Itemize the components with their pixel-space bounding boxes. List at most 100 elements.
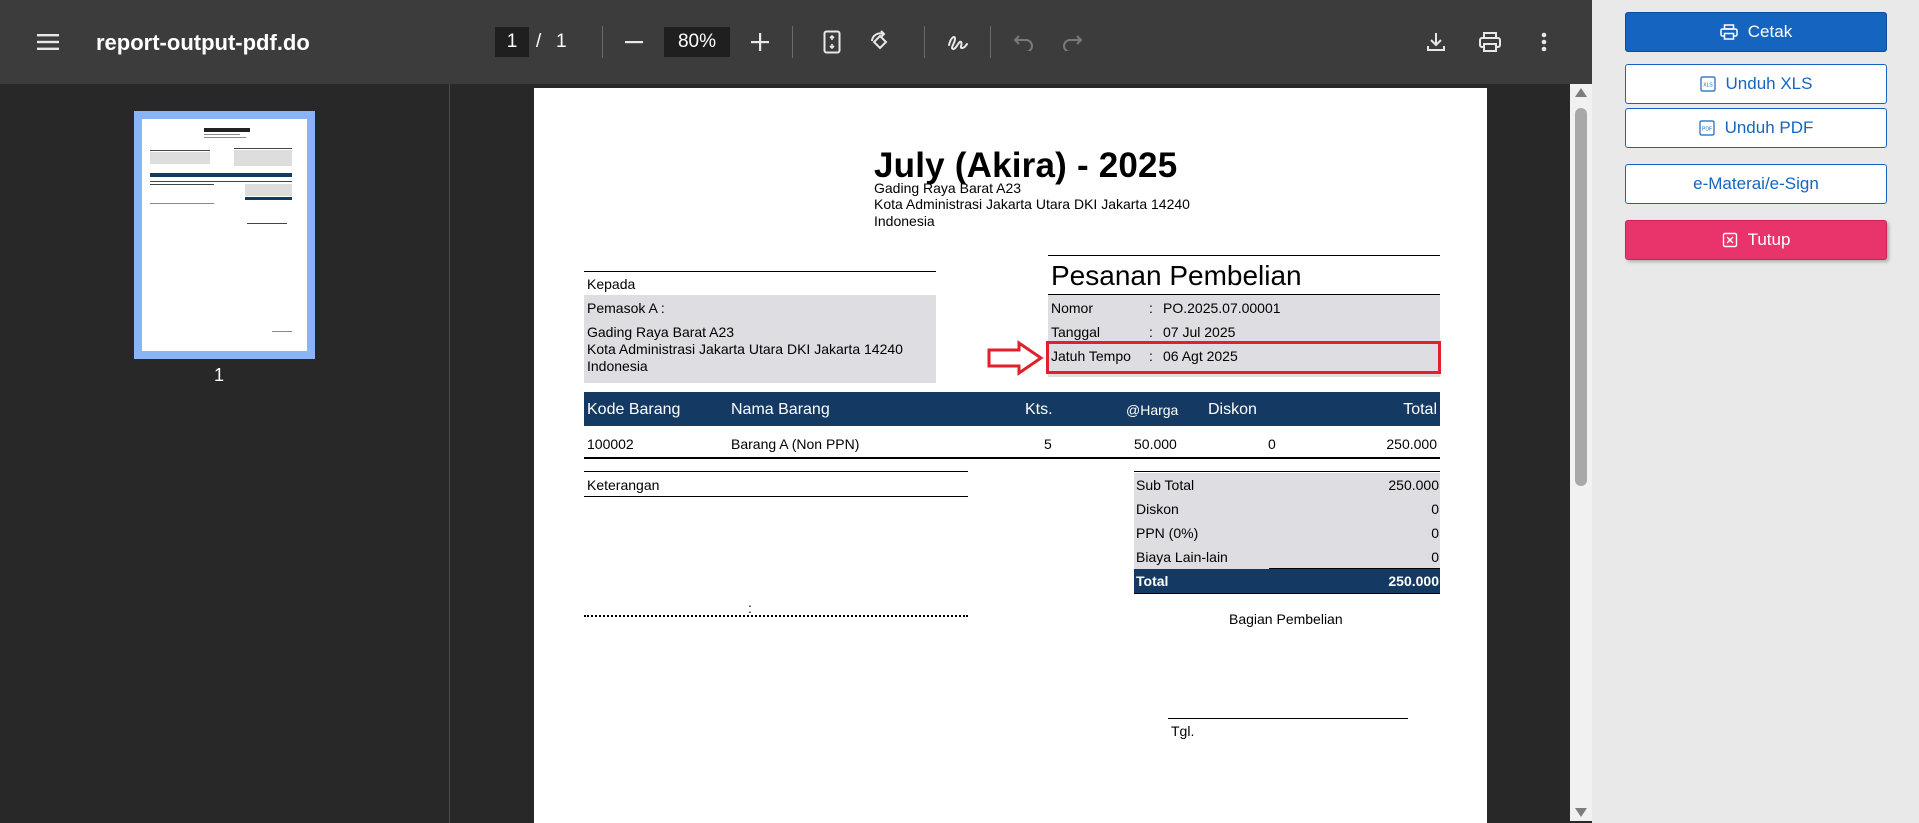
highlight-box [1046, 341, 1441, 374]
zoom-level-input[interactable]: 80% [664, 27, 730, 57]
tutup-label: Tutup [1747, 230, 1791, 249]
divider [584, 457, 1440, 459]
pdf-viewer: report-output-pdf.do 1 / 1 80% 1 July (A… [0, 0, 1592, 823]
print-icon [1720, 24, 1738, 40]
col-harga: @Harga [1126, 402, 1179, 418]
meta-label-tanggal: Tanggal [1051, 324, 1101, 340]
thumbnail-page-number: 1 [214, 365, 225, 385]
totals-value: 0 [1431, 549, 1439, 565]
notes-colon: : [748, 600, 752, 616]
totals-value: 250.000 [1388, 477, 1439, 493]
divider [584, 496, 968, 497]
meta-label-nomor: Nomor [1051, 300, 1094, 316]
document-title: report-output-pdf.do [96, 30, 310, 55]
meta-colon: : [1149, 300, 1153, 316]
undo-icon[interactable] [1004, 22, 1044, 62]
totals-value: 0 [1431, 525, 1439, 541]
cell-diskon: 0 [1268, 436, 1276, 452]
unduh-pdf-button[interactable]: PDF Unduh PDF [1625, 108, 1887, 148]
redo-icon[interactable] [1052, 22, 1092, 62]
toolbar-divider [924, 26, 925, 58]
divider [1134, 471, 1440, 472]
company-address-line: Gading Raya Barat A23 [874, 180, 1022, 196]
divider [584, 271, 936, 272]
action-panel: Cetak XLS Unduh XLS PDF Unduh PDF e-Mate… [1593, 0, 1919, 823]
close-icon [1722, 232, 1737, 248]
items-table-header: Kode Barang Nama Barang Kts. @Harga Disk… [584, 392, 1440, 426]
arrow-right-icon [987, 340, 1044, 376]
document-area: July (Akira) - 2025 Gading Raya Barat A2… [451, 84, 1592, 823]
meta-value-tanggal: 07 Jul 2025 [1163, 324, 1236, 340]
grand-total-label: Total [1136, 573, 1169, 589]
tutup-button[interactable]: Tutup [1625, 220, 1887, 260]
signature-date-label: Tgl. [1171, 723, 1195, 739]
pdf-file-icon: PDF [1698, 120, 1715, 136]
col-diskon: Diskon [1208, 401, 1257, 418]
col-nama-barang: Nama Barang [731, 401, 830, 418]
document-scrollbar[interactable] [1570, 84, 1592, 821]
kepada-label: Kepada [587, 276, 636, 292]
scroll-up-icon[interactable] [1575, 88, 1587, 97]
page-total: 1 [556, 31, 567, 52]
supplier-address-line: Gading Raya Barat A23 [587, 324, 735, 340]
more-options-icon[interactable] [1524, 22, 1564, 62]
svg-text:PDF: PDF [1702, 127, 1712, 133]
cell-kode: 100002 [587, 436, 634, 452]
fit-page-icon[interactable] [812, 22, 852, 62]
meta-value-nomor: PO.2025.07.00001 [1163, 300, 1281, 316]
divider [1134, 593, 1440, 594]
supplier-address-line: Kota Administrasi Jakarta Utara DKI Jaka… [587, 341, 903, 357]
cell-harga: 50.000 [1134, 436, 1177, 452]
unduh-xls-button[interactable]: XLS Unduh XLS [1625, 64, 1887, 104]
cell-kts: 5 [1044, 436, 1052, 452]
svg-text:XLS: XLS [1703, 83, 1713, 89]
draw-icon[interactable] [938, 22, 978, 62]
thumbnail-sidebar: 1 [0, 84, 450, 823]
page-thumbnail[interactable] [134, 111, 315, 359]
cell-nama: Barang A (Non PPN) [731, 436, 860, 452]
emeterai-esign-button[interactable]: e-Materai/e-Sign [1625, 164, 1887, 204]
cetak-label: Cetak [1747, 22, 1793, 41]
emeterai-label: e-Materai/e-Sign [1693, 174, 1819, 193]
totals-label: Sub Total [1136, 477, 1195, 493]
rotate-icon[interactable] [860, 22, 900, 62]
cetak-button[interactable]: Cetak [1625, 12, 1887, 52]
thumbnail-preview [142, 119, 307, 351]
pdf-toolbar: report-output-pdf.do 1 / 1 80% [0, 0, 1592, 84]
supplier-label: Pemasok A : [587, 300, 665, 316]
col-kode-barang: Kode Barang [587, 401, 681, 418]
grand-total-value: 250.000 [1388, 573, 1439, 589]
signature-line [1168, 718, 1408, 719]
unduh-xls-label: Unduh XLS [1725, 74, 1813, 93]
col-kts: Kts. [1025, 401, 1053, 418]
print-icon[interactable] [1470, 22, 1510, 62]
document-page: July (Akira) - 2025 Gading Raya Barat A2… [534, 88, 1487, 823]
toolbar-divider [602, 26, 603, 58]
scroll-down-icon[interactable] [1575, 808, 1587, 817]
col-total: Total [1403, 401, 1437, 418]
company-address-line: Kota Administrasi Jakarta Utara DKI Jaka… [874, 196, 1190, 212]
page-number-input[interactable]: 1 [495, 27, 529, 57]
supplier-address-line: Indonesia [587, 358, 648, 374]
menu-icon[interactable] [28, 22, 68, 62]
unduh-pdf-label: Unduh PDF [1724, 118, 1814, 137]
totals-value: 0 [1431, 501, 1439, 517]
totals-label: Biaya Lain-lain [1136, 549, 1228, 565]
totals-label: PPN (0%) [1136, 525, 1199, 541]
toolbar-divider [990, 26, 991, 58]
zoom-out-icon[interactable] [614, 22, 654, 62]
totals-label: Diskon [1136, 501, 1179, 517]
cell-total: 250.000 [1386, 436, 1437, 452]
notes-label: Keterangan [587, 477, 660, 493]
zoom-in-icon[interactable] [740, 22, 780, 62]
scrollbar-thumb[interactable] [1575, 108, 1587, 486]
download-icon[interactable] [1416, 22, 1456, 62]
xls-file-icon: XLS [1699, 76, 1716, 92]
signature-role: Bagian Pembelian [1229, 611, 1343, 627]
dotted-line [584, 615, 968, 617]
toolbar-divider [792, 26, 793, 58]
document-type-title: Pesanan Pembelian [1051, 260, 1302, 291]
divider [584, 471, 968, 472]
meta-colon: : [1149, 324, 1153, 340]
page-separator: / [536, 31, 542, 52]
